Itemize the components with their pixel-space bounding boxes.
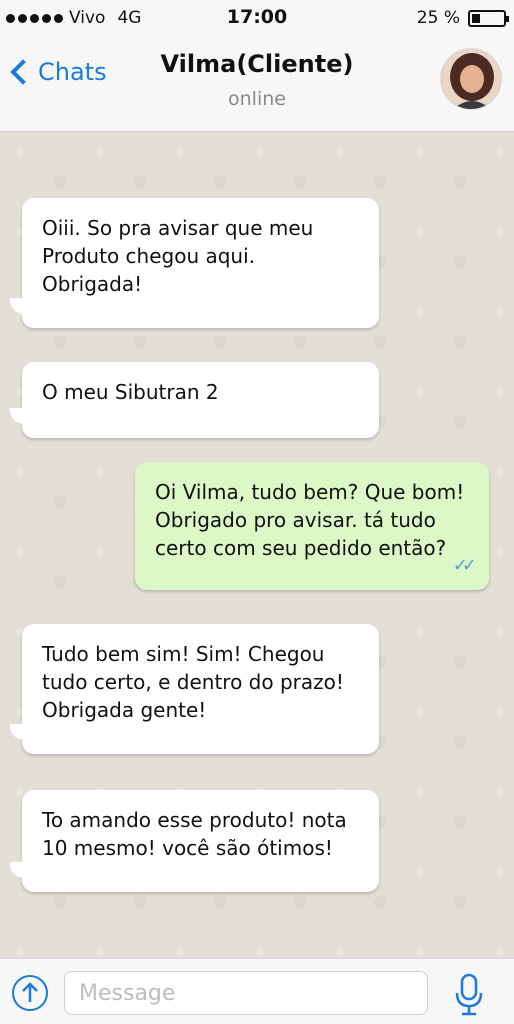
upload-icon [22,982,38,1002]
message-incoming[interactable]: Oiii. So pra avisar que meu Produto cheg… [22,198,379,328]
message-text: Tudo bem sim! Sim! Chegou tudo certo, e … [42,642,344,722]
message-text: To amando esse produto! nota 10 mesmo! v… [42,808,347,860]
composer-bar [0,958,514,1024]
mic-button[interactable] [454,973,484,1017]
contact-name: Vilma(Cliente) [160,50,354,78]
message-incoming[interactable]: To amando esse produto! nota 10 mesmo! v… [22,790,379,892]
read-ticks-icon: ✓✓ [452,555,477,576]
battery-percent: 25 % [416,8,460,28]
contact-info[interactable]: Vilma(Cliente) online [0,50,514,110]
status-bar: Vivo 4G 17:00 25 % [0,0,514,36]
message-incoming[interactable]: O meu Sibutran 2 [22,362,379,438]
message-text: O meu Sibutran 2 [42,380,219,404]
mic-icon [455,973,483,1016]
message-incoming[interactable]: Tudo bem sim! Sim! Chegou tudo certo, e … [22,624,379,754]
message-text: Oi Vilma, tudo bem? Que bom! Obrigado pr… [155,480,465,560]
contact-status: online [228,88,286,110]
message-text: Oiii. So pra avisar que meu Produto cheg… [42,216,314,296]
chat-header: Chats Vilma(Cliente) online [0,36,514,132]
status-right: 25 % [416,8,509,28]
avatar[interactable] [440,48,502,110]
chat-area[interactable]: Oiii. So pra avisar que meu Produto cheg… [0,132,514,958]
message-outgoing[interactable]: Oi Vilma, tudo bem? Que bom! Obrigado pr… [135,462,489,590]
upload-button[interactable] [12,975,48,1011]
battery-icon [468,9,509,27]
message-input[interactable] [64,971,428,1015]
